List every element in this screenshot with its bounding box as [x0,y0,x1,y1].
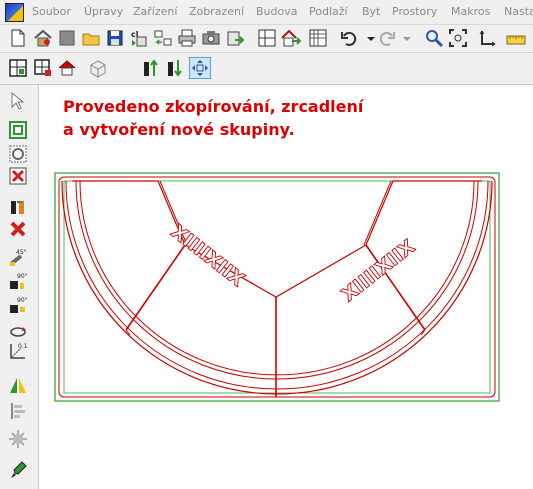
rotate-45-icon[interactable]: 45° [8,247,28,267]
menu-budova[interactable]: Budova [256,5,297,18]
rotate-90b-label: 90° [17,297,28,304]
plan-view-icon[interactable] [8,58,28,78]
cross-delete-icon[interactable] [8,219,28,239]
outer-frame [54,172,500,402]
menu-soubor[interactable]: Soubor [32,5,71,18]
print-icon[interactable] [177,28,197,48]
redo-dropdown-icon[interactable] [397,28,411,48]
ruler-icon[interactable] [506,28,526,48]
menu-zobrazeni[interactable]: Zobrazení [189,5,244,18]
menu-zarizeni[interactable]: Zařízení [133,5,177,18]
export-icon[interactable] [225,28,245,48]
new-document-icon[interactable] [8,28,28,48]
print-preview-icon[interactable] [201,28,221,48]
main-toolbar: cl [0,25,533,53]
undo-icon[interactable] [340,28,360,48]
app-logo-icon[interactable] [5,3,24,22]
save-icon[interactable] [105,28,125,48]
move-up-icon[interactable] [141,58,161,78]
delete-selection-icon[interactable] [8,166,28,186]
inner-boundary [72,180,482,298]
open-folder-icon[interactable] [81,28,101,48]
select-circle-icon[interactable] [8,144,28,164]
menu-byt[interactable]: Byt [362,5,380,18]
house-arrow-icon[interactable] [281,28,301,48]
house-icon[interactable] [33,28,53,48]
scale-axes-icon[interactable]: 0.1 [8,341,28,361]
gray-square-icon[interactable] [57,28,77,48]
menu-upravy[interactable]: Úpravy [84,5,123,18]
undo-dropdown-icon[interactable] [361,28,375,48]
pointer-icon[interactable] [8,91,28,111]
transfer-arrows-icon[interactable] [153,28,173,48]
view-layout-icon[interactable] [257,28,277,48]
menu-nastaveni[interactable]: Nasta [504,5,533,18]
status-message-line-1: Provedeno zkopírování, zrcadlení [63,97,364,116]
redo-icon[interactable] [376,28,396,48]
floor-plan-drawing[interactable]: XIIIIXIIX XIIIIXIIX [50,165,505,410]
secondary-toolbar [0,53,533,85]
rotate-free-icon[interactable] [8,320,28,340]
menu-podlazi[interactable]: Podlaží [309,5,348,18]
rotate-90-left-icon[interactable]: 90° [8,271,28,291]
paint-icon[interactable] [8,460,28,480]
people-arrows-icon[interactable] [8,197,28,217]
zoom-icon[interactable] [424,28,444,48]
rotate-90-right-icon[interactable]: 90° [8,295,28,315]
fit-selection-icon[interactable] [189,57,211,79]
axes-icon[interactable] [477,28,497,48]
box-3d-icon[interactable] [88,58,108,78]
house-red-icon[interactable] [57,58,77,78]
rotate-45-label: 45° [16,249,27,256]
mirror-icon[interactable] [8,375,28,395]
menu-makros[interactable]: Makros [451,5,490,18]
grid-icon[interactable] [308,28,328,48]
align-icon[interactable] [8,401,28,421]
menu-bar: Soubor Úpravy Zařízení Zobrazení Budova … [0,0,533,25]
symbol-label-left: XIIIIXIIX [167,221,249,292]
inner-frame [58,176,496,398]
outer-arc [61,180,493,395]
plan-view-options-icon[interactable] [33,58,53,78]
move-down-icon[interactable] [165,58,185,78]
status-message-line-2: a vytvoření nové skupiny. [63,120,295,139]
symbol-label-right: XIIIIXIIX [338,235,420,306]
pattern-icon[interactable] [8,429,28,449]
menu-prostory[interactable]: Prostory [392,5,437,18]
zoom-extents-icon[interactable] [448,28,468,48]
clipboard-copy-icon[interactable]: cl [129,28,149,48]
status-message: Provedeno zkopírování, zrcadlení a vytvo… [63,95,423,141]
select-box-icon[interactable] [8,120,28,140]
left-toolbar: 45° 90° 90° 0.1 [0,85,39,489]
rotate-90-label: 90° [17,273,28,280]
